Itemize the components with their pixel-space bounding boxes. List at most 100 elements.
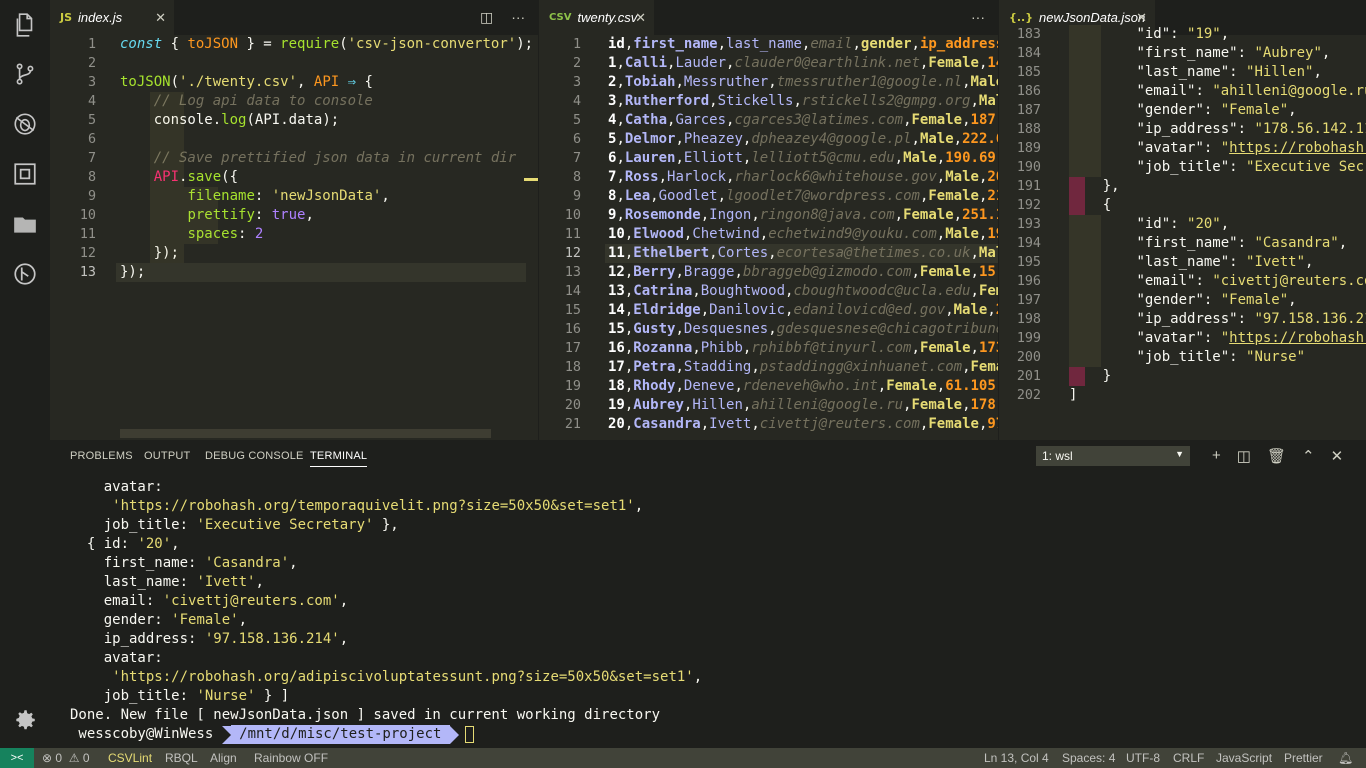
- code-token: 'csv-json-convertor': [347, 36, 517, 52]
- code-token: ,: [759, 226, 769, 242]
- line-number: 191: [1016, 179, 1041, 194]
- status-align[interactable]: Align: [210, 751, 237, 765]
- add-terminal-icon[interactable]: +: [1212, 447, 1221, 465]
- split-terminal-icon[interactable]: ◫: [1237, 447, 1251, 465]
- debug-icon[interactable]: [11, 110, 39, 138]
- chevron-down-icon: ▼: [1175, 449, 1184, 459]
- code-token: ,: [1288, 102, 1297, 118]
- status-eol[interactable]: CRLF: [1173, 751, 1204, 765]
- code-token: 'newJsonData': [271, 188, 382, 204]
- code-token: bbraggeb@gizmodo.com: [742, 264, 912, 280]
- code-line: {: [1069, 196, 1111, 215]
- terminal-token: },: [373, 517, 399, 533]
- panel-tab-terminal[interactable]: TERMINAL: [310, 450, 368, 467]
- line-number: 197: [1016, 293, 1041, 308]
- line-number: 185: [1016, 65, 1041, 80]
- code-token: data: [288, 112, 323, 128]
- status-position[interactable]: Ln 13, Col 4: [984, 751, 1049, 765]
- status-formatter[interactable]: Prettier: [1284, 751, 1323, 765]
- status-spaces[interactable]: Spaces: 4: [1062, 751, 1115, 765]
- trash-icon[interactable]: 🗑︎: [1267, 447, 1286, 465]
- code-token: ,: [970, 245, 979, 261]
- panel-tab-debug-console[interactable]: DEBUG CONSOLE: [205, 450, 304, 462]
- terminal-token: '20': [137, 536, 172, 552]
- split-editor-icon[interactable]: ◫: [480, 9, 493, 26]
- code-line: "avatar": "https://robohash.org/: [1069, 139, 1366, 158]
- code-token: Calli: [624, 55, 668, 71]
- code-token: } =: [238, 36, 281, 52]
- code-token: Fema: [970, 359, 999, 375]
- problems-indicator[interactable]: ⊗ 0 ⚠ 0: [42, 751, 90, 765]
- bell-icon[interactable]: 🔔︎: [1338, 751, 1353, 765]
- code-token: const: [120, 36, 171, 52]
- warning-icon: ⚠: [68, 751, 80, 765]
- extensions-icon[interactable]: [11, 160, 39, 188]
- js-file-icon: JS: [60, 11, 73, 24]
- code-token: ,: [945, 302, 954, 318]
- csv-row: id,first_name,last_name,email,gender,ip_…: [608, 35, 998, 54]
- line-number: 11: [564, 227, 581, 242]
- code-token: ,: [717, 188, 727, 204]
- code-token: // Log api data to console: [153, 93, 373, 109]
- code-token: {: [1102, 197, 1112, 213]
- panel-actions: + ◫ 🗑︎ ⌃ ✕: [1212, 447, 1343, 465]
- code-token: ,: [675, 378, 684, 394]
- panel-tab-problems[interactable]: PROBLEMS: [70, 450, 133, 462]
- tab-index-js[interactable]: JS index.js ✕: [50, 0, 174, 35]
- source-control-icon[interactable]: [11, 60, 39, 88]
- indent-guide: [150, 92, 184, 263]
- remote-indicator[interactable]: ><: [0, 748, 34, 768]
- close-icon[interactable]: ✕: [155, 10, 166, 26]
- explorer-folder-icon[interactable]: [11, 210, 39, 238]
- line-number: 3: [87, 75, 96, 90]
- horizontal-scrollbar[interactable]: [120, 429, 491, 438]
- terminal-token: '97.158.136.214': [204, 631, 340, 647]
- code-token: Stadding: [683, 359, 752, 375]
- code-editor[interactable]: 183 "id": "19", 184 "first_name": "Aubrey…: [999, 25, 1366, 440]
- tab-twenty-csv[interactable]: CSV twenty.csv ✕: [539, 0, 654, 35]
- code-token: gdesquesnese@chicagotribune: [776, 321, 998, 337]
- code-token: rdeneveh@who.int: [742, 378, 878, 394]
- terminal-select[interactable]: 1: wsl ▼: [1036, 446, 1190, 466]
- code-token: ,: [616, 74, 625, 90]
- status-rainbow[interactable]: Rainbow OFF: [254, 751, 328, 765]
- close-icon[interactable]: ✕: [1136, 10, 1147, 26]
- more-actions-icon[interactable]: ···: [971, 9, 985, 25]
- status-rbql[interactable]: RBQL: [165, 751, 198, 765]
- csv-row: 6,Lauren,Elliott,lelliott5@cmu.edu,Male,…: [608, 149, 998, 168]
- code-token: Petra: [633, 359, 676, 375]
- code-editor[interactable]: 1 const { toJSON } = require('csv-json-co…: [50, 35, 538, 440]
- files-icon[interactable]: [11, 11, 39, 39]
- code-editor[interactable]: 1 id,first_name,last_name,email,gender,ip…: [539, 35, 998, 440]
- git-graph-icon[interactable]: [11, 260, 39, 288]
- code-token: :: [1229, 64, 1247, 80]
- status-csvlint[interactable]: CSVLint: [108, 751, 152, 765]
- code-token: Mal: [978, 93, 998, 109]
- code-token: Male: [953, 302, 988, 318]
- close-icon[interactable]: ✕: [635, 10, 646, 26]
- code-token: Gusty: [633, 321, 676, 337]
- code-token: lelliott5@cmu.edu: [751, 150, 895, 166]
- status-language[interactable]: JavaScript: [1216, 751, 1272, 765]
- csv-row: 3,Rutherford,Stickells,rstickells2@gmpg.…: [608, 92, 998, 111]
- status-encoding[interactable]: UTF-8: [1126, 751, 1160, 765]
- code-token: ,: [616, 169, 625, 185]
- tab-bar: JS index.js ✕ ◫ ···: [50, 0, 538, 35]
- maximize-panel-icon[interactable]: ⌃: [1302, 447, 1315, 465]
- panel-tab-output[interactable]: OUTPUT: [144, 450, 190, 462]
- close-panel-icon[interactable]: ✕: [1331, 447, 1344, 465]
- more-actions-icon[interactable]: ···: [511, 9, 525, 26]
- code-token: Ethelbert: [633, 245, 710, 261]
- code-token: ,: [692, 283, 701, 299]
- line-number: 183: [1016, 27, 1041, 42]
- terminal-line: last_name: 'Ivett',: [70, 573, 264, 592]
- terminal-token: 'https://robohash.org/adipiscivoluptates…: [112, 669, 694, 685]
- gear-icon[interactable]: [11, 706, 39, 734]
- code-token: Female: [928, 188, 979, 204]
- code-token: ]: [1069, 387, 1078, 403]
- code-token: // Save prettified json data in current …: [153, 150, 517, 166]
